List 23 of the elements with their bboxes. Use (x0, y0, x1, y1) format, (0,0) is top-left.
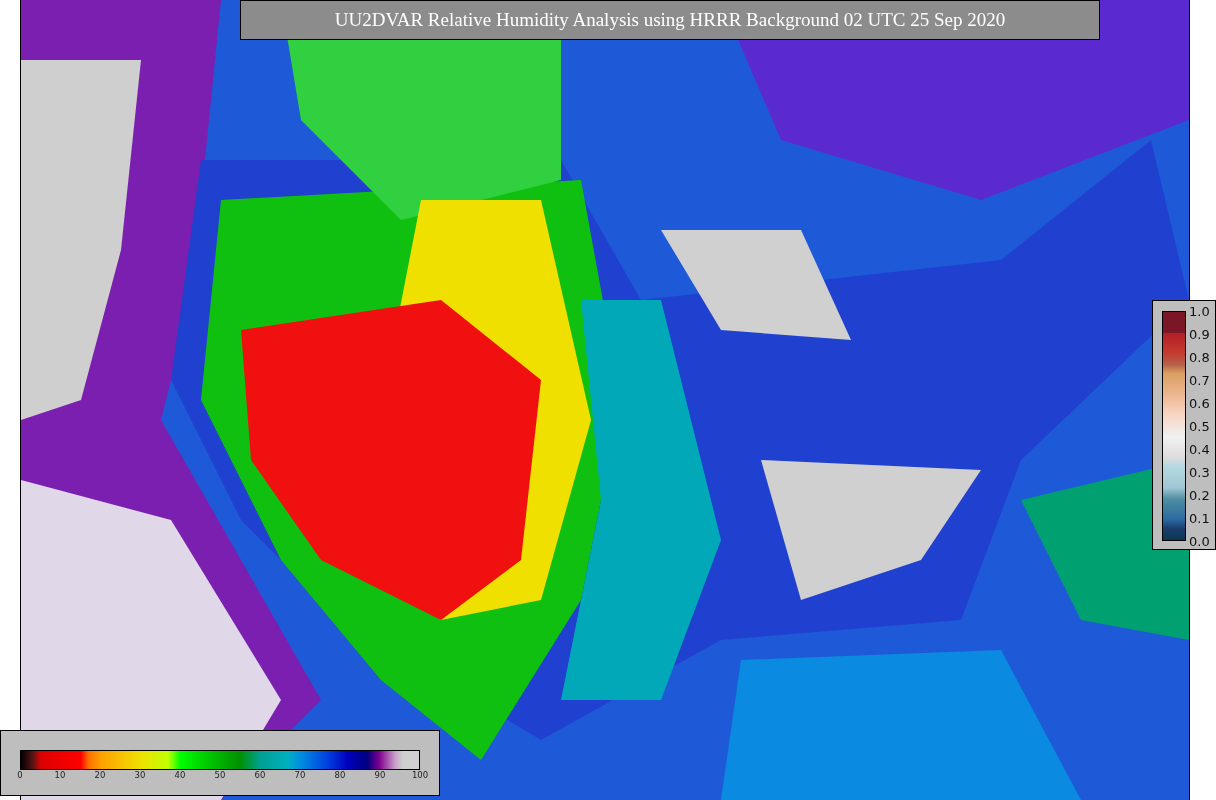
map-title: UU2DVAR Relative Humidity Analysis using HRRR Background 02 UTC 25 Sep 2020 (240, 0, 1100, 40)
tick-label: 0.6 (1189, 394, 1210, 413)
tick-label: 90 (373, 770, 387, 780)
tick-label: 0.7 (1189, 371, 1210, 390)
tick-label: 60 (253, 770, 267, 780)
tick-label: 0.5 (1189, 417, 1210, 436)
tick-label: 0.1 (1189, 509, 1210, 528)
tick-label: 50 (213, 770, 227, 780)
tick-label: 1.0 (1189, 302, 1210, 321)
tick-label: 40 (173, 770, 187, 780)
tick-label: 0.8 (1189, 348, 1210, 367)
tick-label: 100 (410, 770, 430, 780)
tick-label: 70 (293, 770, 307, 780)
tick-label: 0.0 (1189, 532, 1210, 551)
tick-label: 10 (53, 770, 67, 780)
tick-label: 20 (93, 770, 107, 780)
tick-label: 0 (16, 770, 24, 780)
tick-label: 80 (333, 770, 347, 780)
tick-label: 0.2 (1189, 486, 1210, 505)
tick-label: 0.9 (1189, 325, 1210, 344)
tick-label: 0.4 (1189, 440, 1210, 459)
tick-label: 0.3 (1189, 463, 1210, 482)
tick-label: 30 (133, 770, 147, 780)
